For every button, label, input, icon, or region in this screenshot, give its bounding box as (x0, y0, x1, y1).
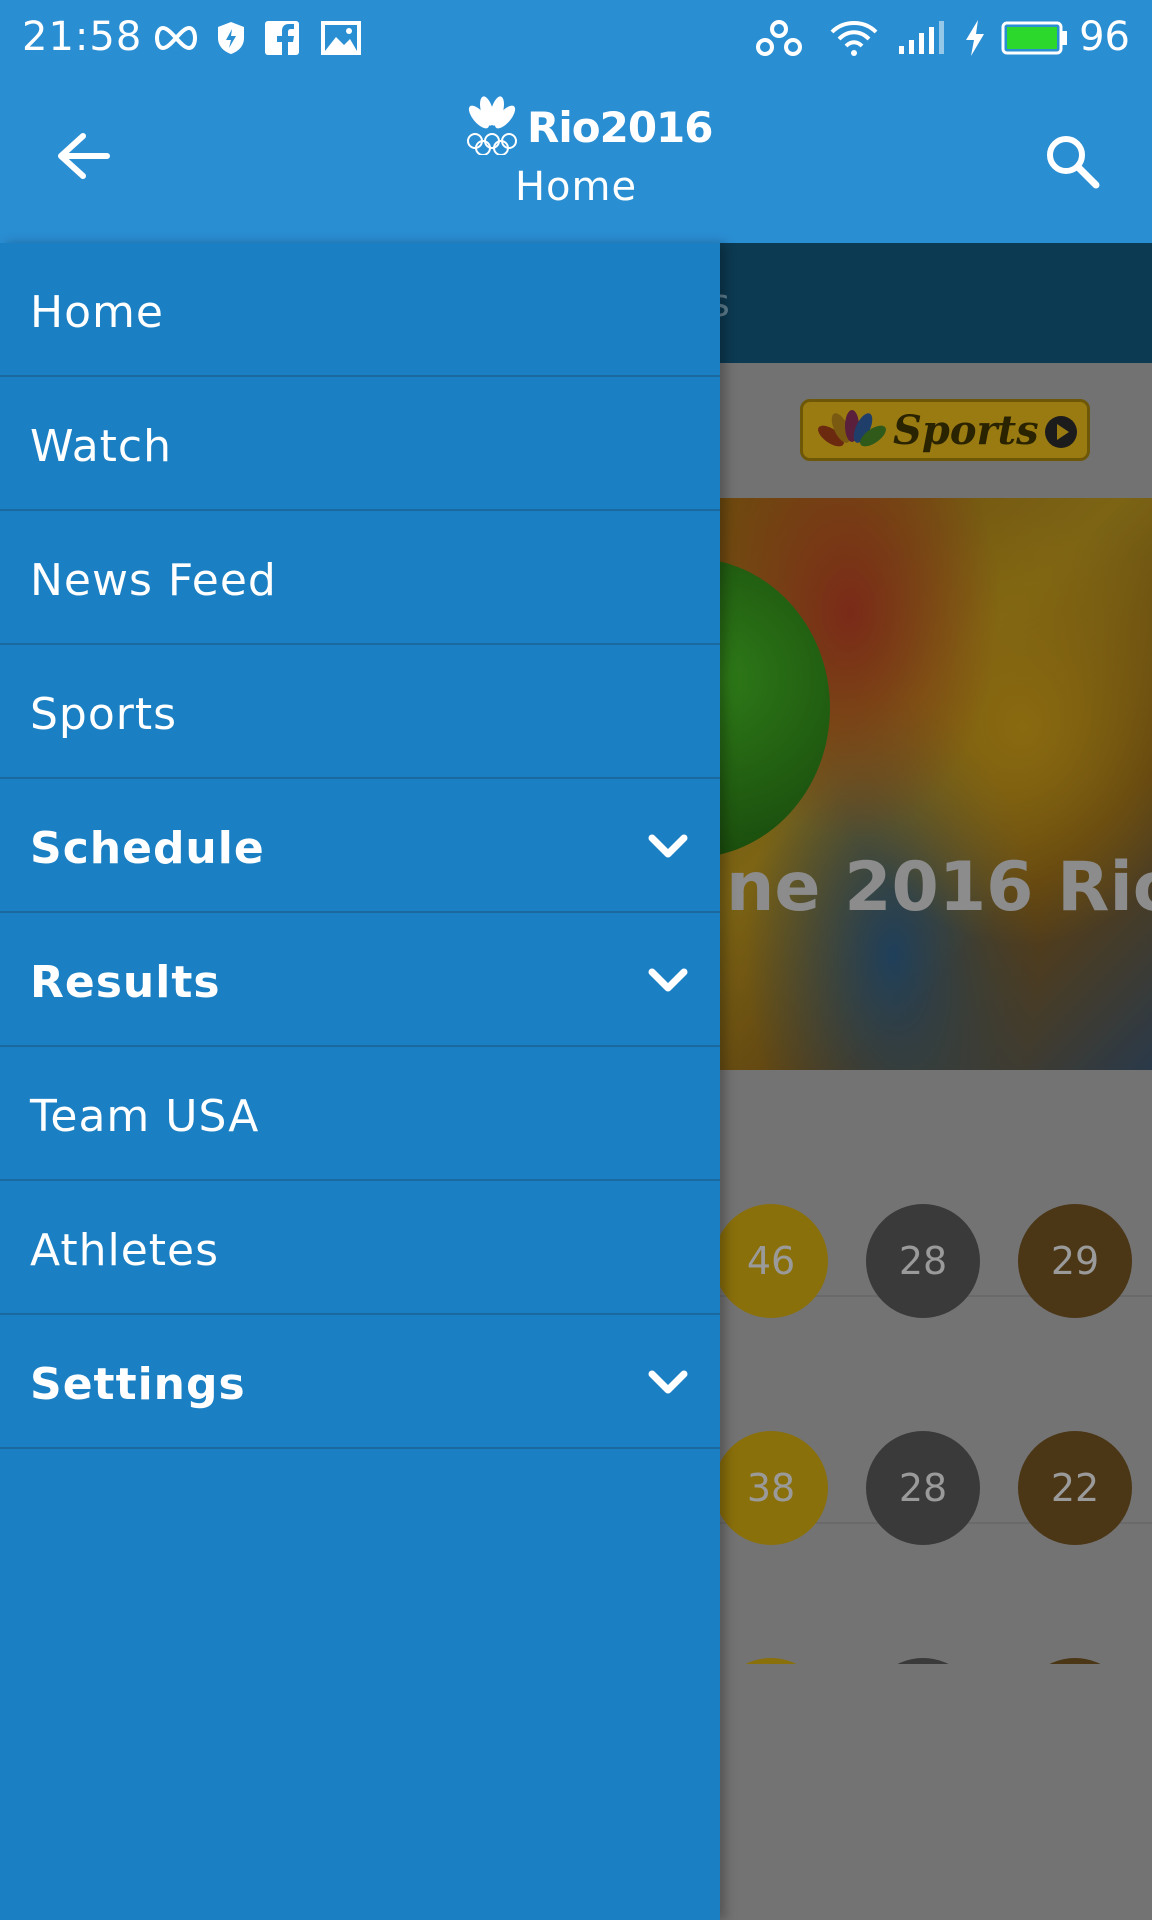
nbc-sports-logo: Sports (800, 399, 1090, 461)
drawer-item-settings[interactable]: Settings (0, 1315, 720, 1449)
medal-row (720, 1524, 1152, 1664)
drawer-item-label: Home (30, 287, 164, 338)
image-icon (320, 18, 362, 58)
infinity-icon (150, 18, 202, 58)
peacock-rings-icon (465, 95, 521, 159)
drawer-item-results[interactable]: Results (0, 913, 720, 1047)
status-time: 21:58 (22, 14, 143, 60)
status-bar: 21:58 96 (0, 0, 1152, 78)
drawer-item-label: Settings (30, 1359, 246, 1410)
silver-count (866, 1658, 980, 1664)
battery-percent: 96 (1079, 14, 1130, 60)
chevron-down-icon[interactable] (646, 825, 690, 869)
drawer-item-home[interactable]: Home (0, 243, 720, 377)
search-button[interactable] (1032, 123, 1112, 203)
hero-headline: ne 2016 Rio (726, 848, 1152, 927)
drawer-item-schedule[interactable]: Schedule (0, 779, 720, 913)
chevron-down-icon[interactable] (646, 959, 690, 1003)
charging-icon (962, 18, 988, 58)
drawer-item-label: Athletes (30, 1225, 220, 1276)
app-bar: Rio2016 Home (0, 78, 1152, 243)
drawer-item-team-usa[interactable]: Team USA (0, 1047, 720, 1181)
medal-table: 46 28 29 38 28 22 (720, 1070, 1152, 1920)
drawer-item-label: Sports (30, 689, 178, 740)
background-tab-label: s (720, 281, 730, 325)
drawer-item-athletes[interactable]: Athletes (0, 1181, 720, 1315)
drawer-item-label: Schedule (30, 823, 265, 874)
background-content: s Sports ne 2016 Rio 46 28 29 38 28 22 (720, 243, 1152, 1920)
facebook-icon (262, 18, 302, 58)
medal-row: 38 28 22 (720, 1297, 1152, 1545)
battery-icon (1000, 18, 1070, 58)
drawer-item-label: News Feed (30, 555, 277, 606)
wifi-icon (828, 18, 880, 58)
bronze-count (1018, 1658, 1132, 1664)
chevron-down-icon[interactable] (646, 1361, 690, 1405)
search-icon (1042, 131, 1102, 195)
signal-icon (896, 18, 946, 58)
play-icon (1045, 416, 1077, 448)
background-tab-bar: s (720, 243, 1152, 363)
drawer-item-label: Team USA (30, 1091, 260, 1142)
navigation-drawer: Home Watch News Feed Sports Schedule Res… (0, 243, 720, 1920)
drawer-item-news-feed[interactable]: News Feed (0, 511, 720, 645)
drawer-item-label: Watch (30, 421, 172, 472)
medal-row: 46 28 29 (720, 1070, 1152, 1318)
sponsor-banner: Sports (720, 363, 1152, 498)
sponsor-label: Sports (893, 406, 1039, 454)
share-icon (754, 18, 804, 58)
drawer-item-watch[interactable]: Watch (0, 377, 720, 511)
hero-image: ne 2016 Rio (720, 498, 1152, 1070)
brand-logo: Rio2016 (465, 95, 713, 159)
drawer-item-sports[interactable]: Sports (0, 645, 720, 779)
brand-wordmark: Rio2016 (527, 102, 713, 152)
gold-count (720, 1658, 828, 1664)
drawer-item-label: Results (30, 957, 221, 1008)
page-title: Home (514, 164, 638, 210)
peacock-icon (818, 410, 886, 447)
hero-graphic (720, 558, 830, 858)
shield-icon (214, 18, 248, 58)
